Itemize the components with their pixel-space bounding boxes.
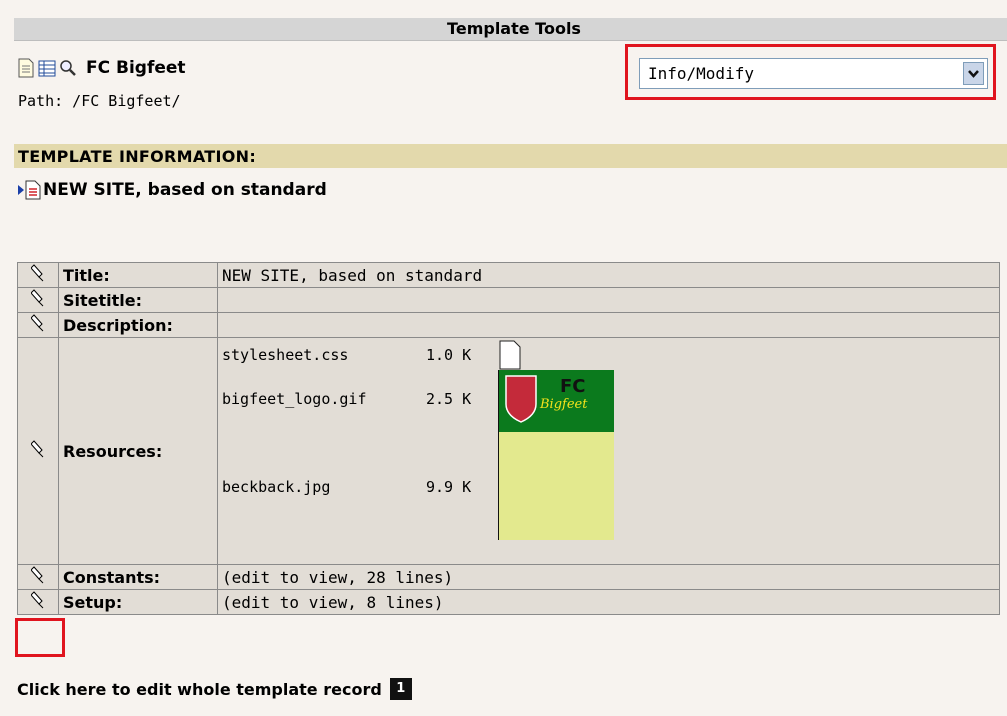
beckback-image-thumbnail[interactable] (498, 432, 614, 540)
table-row: Constants: (edit to view, 28 lines) (17, 564, 1000, 590)
template-name: NEW SITE, based on standard (43, 180, 327, 200)
template-tools-header: Template Tools (14, 18, 1007, 41)
template-info-table: Title: NEW SITE, based on standard Sitet… (17, 262, 1000, 615)
edit-cell[interactable] (17, 287, 59, 313)
edit-cell[interactable] (17, 262, 59, 288)
pencil-icon[interactable] (30, 264, 45, 282)
resource-size: 1.0 K (426, 346, 472, 364)
template-icon[interactable] (25, 180, 41, 200)
edit-cell[interactable] (17, 564, 59, 590)
row-label: Resources: (58, 337, 218, 565)
table-row: Setup: (edit to view, 8 lines) (17, 589, 1000, 615)
table-row: Title: NEW SITE, based on standard (17, 262, 1000, 288)
page-path: Path: /FC Bigfeet/ (18, 92, 181, 110)
table-row: Description: (17, 312, 1000, 338)
row-label: Setup: (58, 589, 218, 615)
template-row[interactable]: NEW SITE, based on standard (17, 178, 327, 202)
page-icon[interactable] (17, 58, 35, 78)
row-value: NEW SITE, based on standard (217, 262, 1000, 288)
section-title: TEMPLATE INFORMATION: (14, 144, 1007, 168)
resource-name: beckback.jpg (222, 478, 331, 496)
record-badge: 1 (389, 678, 412, 700)
list-view-icon[interactable] (38, 58, 56, 78)
page-title: FC Bigfeet (86, 58, 186, 78)
edit-setup-highlight (15, 618, 65, 657)
table-row: Sitetitle: (17, 287, 1000, 313)
resource-name: bigfeet_logo.gif (222, 390, 367, 408)
row-label: Title: (58, 262, 218, 288)
mode-select-value: Info/Modify (648, 64, 754, 83)
chevron-down-icon[interactable] (963, 62, 984, 85)
resource-item[interactable]: bigfeet_logo.gif 2.5 K (222, 390, 498, 408)
svg-text:Bigfeet: Bigfeet (539, 397, 588, 412)
pencil-icon[interactable] (30, 289, 45, 307)
row-label: Constants: (58, 564, 218, 590)
footer-link-text: Click here to edit whole template record (17, 679, 382, 699)
resources-cell: stylesheet.css 1.0 K bigfeet_logo.gif 2.5 … (217, 337, 1000, 565)
pencil-icon[interactable] (30, 566, 45, 584)
row-value: (edit to view, 8 lines) (217, 589, 1000, 615)
pencil-icon[interactable] (30, 314, 45, 332)
row-label: Description: (58, 312, 218, 338)
row-value: (edit to view, 28 lines) (217, 564, 1000, 590)
edit-cell[interactable] (17, 312, 59, 338)
magnifier-icon[interactable] (59, 58, 77, 78)
edit-template-record-link[interactable]: Click here to edit whole template record… (17, 678, 412, 700)
pencil-icon[interactable] (30, 591, 45, 609)
edit-cell[interactable] (17, 589, 59, 615)
page-header: FC Bigfeet (17, 56, 186, 80)
resource-size: 9.9 K (426, 478, 472, 496)
row-label: Sitetitle: (58, 287, 218, 313)
table-row: Resources: stylesheet.css 1.0 K bigfeet_l… (17, 337, 1000, 565)
row-value (217, 287, 1000, 313)
resource-item[interactable]: stylesheet.css 1.0 K (222, 346, 498, 364)
stylesheet-file-icon[interactable] (499, 340, 521, 370)
resource-name: stylesheet.css (222, 346, 349, 364)
row-value (217, 312, 1000, 338)
bigfeet-logo-thumbnail[interactable]: FC Bigfeet (498, 370, 614, 432)
resource-size: 2.5 K (426, 390, 472, 408)
function-mode-select[interactable]: Info/Modify (639, 58, 988, 89)
resource-item[interactable]: beckback.jpg 9.9 K (222, 478, 498, 496)
edit-cell[interactable] (17, 337, 59, 565)
expand-arrow-icon[interactable] (17, 183, 25, 197)
pencil-icon[interactable] (30, 440, 45, 458)
svg-text:FC: FC (560, 376, 586, 397)
